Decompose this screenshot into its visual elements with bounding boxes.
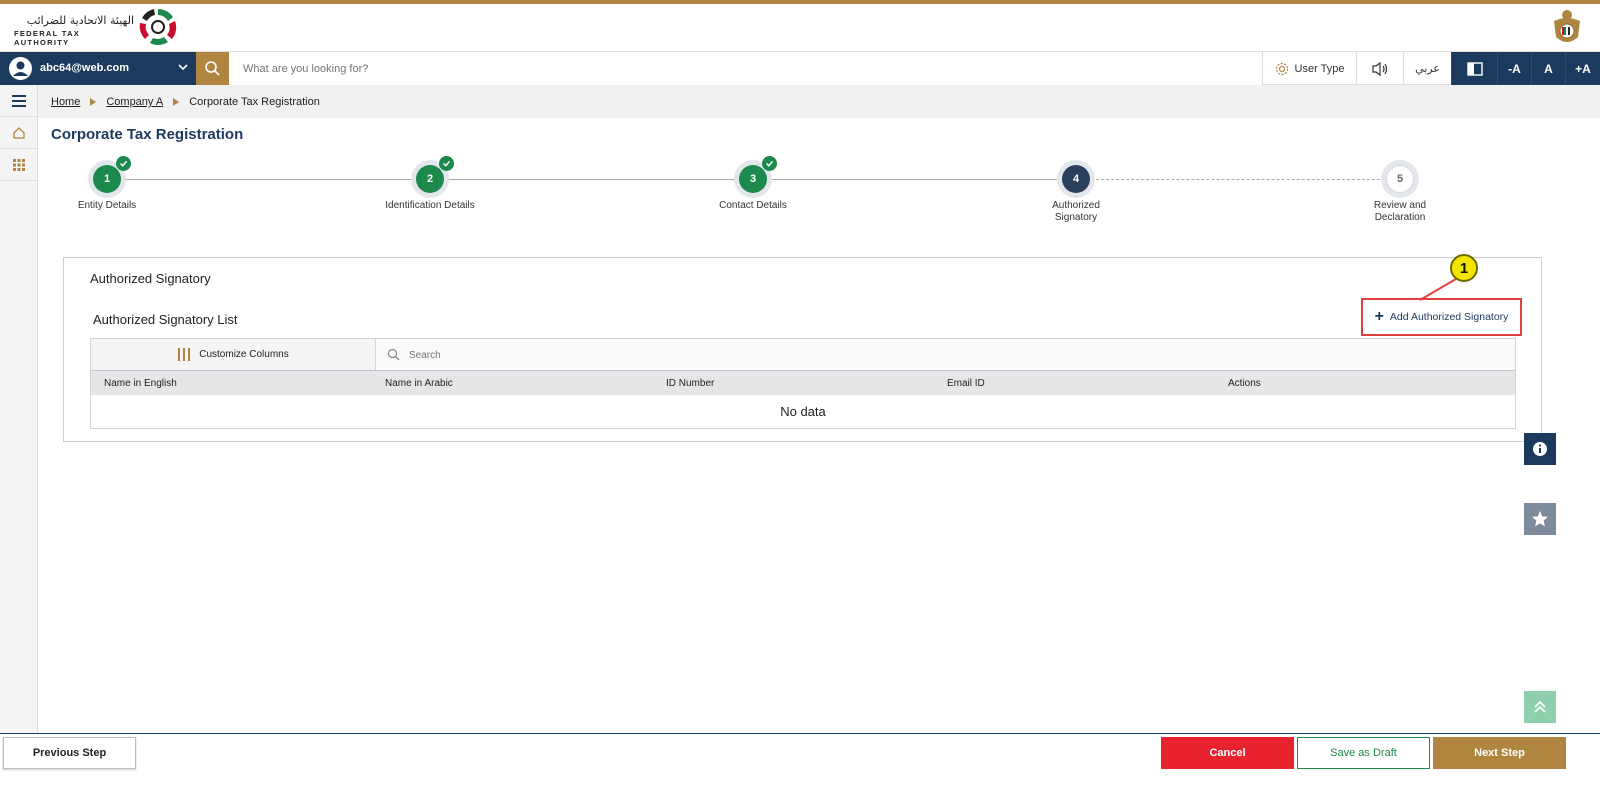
table-header-row: Name in English Name in Arabic ID Number… bbox=[91, 371, 1515, 395]
font-normal-button[interactable]: A bbox=[1531, 52, 1565, 85]
breadcrumb: Home Company A Corporate Tax Registratio… bbox=[51, 96, 320, 108]
contrast-icon bbox=[1466, 61, 1483, 76]
check-icon bbox=[116, 156, 131, 171]
column-header[interactable]: ID Number bbox=[666, 378, 714, 389]
search-icon bbox=[205, 61, 220, 76]
language-toggle[interactable]: عربي bbox=[1403, 52, 1451, 85]
rail-home-button[interactable] bbox=[0, 117, 38, 149]
next-step-button[interactable]: Next Step bbox=[1433, 737, 1566, 769]
step-authorized-signatory[interactable]: 4 Authorized Signatory bbox=[1006, 160, 1146, 224]
previous-step-button[interactable]: Previous Step bbox=[3, 737, 136, 769]
top-toolbar: abc64@web.com User Type عربي -A A +A bbox=[0, 52, 1600, 85]
breadcrumb-company[interactable]: Company A bbox=[106, 96, 163, 108]
column-header[interactable]: Email ID bbox=[947, 378, 985, 389]
step-entity-details[interactable]: 1 Entity Details bbox=[37, 156, 177, 212]
hamburger-icon bbox=[12, 94, 26, 107]
column-header[interactable]: Name in Arabic bbox=[385, 378, 453, 389]
global-search-input[interactable] bbox=[229, 52, 1262, 85]
user-type-label: User Type bbox=[1294, 62, 1345, 75]
page-title: Corporate Tax Registration bbox=[51, 126, 244, 143]
step-number: 1 bbox=[93, 165, 121, 193]
breadcrumb-bar: Home Company A Corporate Tax Registratio… bbox=[38, 85, 1600, 118]
font-increase-button[interactable]: +A bbox=[1565, 52, 1600, 85]
scroll-to-top-button[interactable] bbox=[1524, 691, 1556, 723]
user-email: abc64@web.com bbox=[40, 62, 129, 74]
step-number: 3 bbox=[739, 165, 767, 193]
step-label: Identification Details bbox=[385, 200, 475, 211]
authorized-signatory-panel: Authorized Signatory Authorized Signator… bbox=[63, 257, 1542, 442]
contrast-toggle-button[interactable] bbox=[1451, 52, 1497, 85]
check-icon bbox=[439, 156, 454, 171]
footer-actions: Previous Step Cancel Save as Draft Next … bbox=[0, 733, 1600, 789]
user-type-selector[interactable]: User Type bbox=[1262, 52, 1356, 85]
user-menu[interactable]: abc64@web.com bbox=[0, 52, 196, 85]
breadcrumb-home[interactable]: Home bbox=[51, 96, 80, 108]
add-authorized-signatory-button[interactable]: + Add Authorized Signatory bbox=[1361, 298, 1522, 336]
gear-icon bbox=[1275, 62, 1288, 75]
annotation-marker: 1 bbox=[1450, 254, 1478, 282]
check-icon bbox=[762, 156, 777, 171]
fta-emblem-icon bbox=[139, 8, 177, 45]
text-to-speech-button[interactable] bbox=[1356, 52, 1403, 85]
registration-stepper: 1 Entity Details 2 Identification Detail… bbox=[0, 156, 1600, 230]
table-search-input[interactable] bbox=[409, 345, 1489, 365]
cancel-button[interactable]: Cancel bbox=[1161, 737, 1294, 769]
step-contact-details[interactable]: 3 Contact Details bbox=[683, 156, 823, 212]
signatory-table: Customize Columns Name in English Name i… bbox=[90, 338, 1516, 429]
search-icon bbox=[387, 348, 400, 361]
favorite-button[interactable] bbox=[1524, 503, 1556, 535]
star-icon bbox=[1532, 511, 1548, 527]
home-icon bbox=[13, 126, 25, 139]
columns-icon bbox=[178, 348, 191, 361]
column-header[interactable]: Actions bbox=[1228, 378, 1261, 389]
list-title: Authorized Signatory List bbox=[93, 312, 238, 327]
breadcrumb-separator-icon bbox=[173, 98, 180, 106]
step-number: 5 bbox=[1386, 165, 1414, 193]
save-draft-button[interactable]: Save as Draft bbox=[1297, 737, 1430, 769]
chevron-down-icon bbox=[178, 64, 188, 71]
step-number: 2 bbox=[416, 165, 444, 193]
step-label: Contact Details bbox=[719, 200, 787, 211]
step-label: Review and Declaration bbox=[1373, 200, 1427, 223]
step-number: 4 bbox=[1062, 165, 1090, 193]
customize-columns-button[interactable]: Customize Columns bbox=[91, 339, 376, 370]
fta-logo[interactable]: الهيئة الاتحادية للضرائب FEDERAL TAX AUT… bbox=[14, 6, 184, 50]
user-avatar-icon bbox=[9, 57, 32, 80]
search-button[interactable] bbox=[196, 52, 229, 85]
table-toolbar: Customize Columns bbox=[91, 339, 1515, 371]
empty-state: No data bbox=[780, 404, 826, 419]
uae-emblem-icon bbox=[1554, 10, 1580, 42]
step-label: Entity Details bbox=[77, 200, 137, 211]
info-icon bbox=[1533, 442, 1547, 456]
breadcrumb-current: Corporate Tax Registration bbox=[189, 96, 320, 108]
panel-title: Authorized Signatory bbox=[90, 271, 211, 286]
customize-columns-label: Customize Columns bbox=[199, 349, 289, 360]
stepper-progress-line bbox=[107, 179, 1076, 180]
font-decrease-button[interactable]: -A bbox=[1497, 52, 1531, 85]
step-label: Authorized Signatory bbox=[1052, 200, 1100, 223]
double-chevron-up-icon bbox=[1534, 700, 1546, 713]
column-header[interactable]: Name in English bbox=[104, 378, 177, 389]
info-button[interactable] bbox=[1524, 433, 1556, 465]
step-identification-details[interactable]: 2 Identification Details bbox=[360, 156, 500, 212]
step-review-declaration[interactable]: 5 Review and Declaration bbox=[1330, 160, 1470, 224]
add-button-label: Add Authorized Signatory bbox=[1389, 311, 1509, 323]
speaker-icon bbox=[1372, 61, 1388, 76]
breadcrumb-separator-icon bbox=[90, 98, 97, 106]
plus-icon: + bbox=[1374, 308, 1384, 325]
site-header: الهيئة الاتحادية للضرائب FEDERAL TAX AUT… bbox=[0, 4, 1600, 52]
logo-arabic-text: الهيئة الاتحادية للضرائب bbox=[26, 14, 134, 27]
logo-english-text: FEDERAL TAX AUTHORITY bbox=[14, 29, 81, 47]
menu-toggle-button[interactable] bbox=[0, 85, 38, 117]
